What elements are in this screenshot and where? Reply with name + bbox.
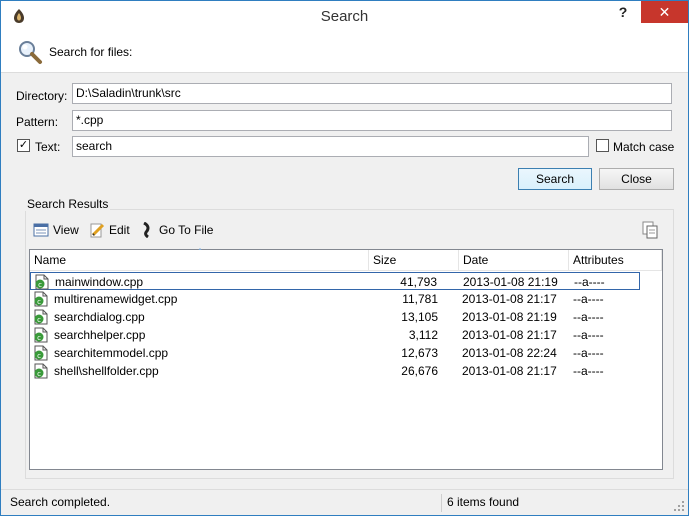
cell-size: 26,676 bbox=[401, 364, 438, 378]
search-button[interactable]: Search bbox=[518, 168, 592, 190]
match-case-label: Match case bbox=[613, 140, 675, 154]
results-list[interactable]: Name Size Date Attributes c mainwindow.cp… bbox=[29, 248, 663, 470]
status-count: 6 items found bbox=[447, 495, 520, 509]
column-header-attributes[interactable]: Attributes bbox=[569, 250, 662, 271]
cell-date: 2013-01-08 21:19 bbox=[463, 275, 558, 289]
header-banner: Search for files: bbox=[1, 31, 688, 73]
svg-text:c: c bbox=[37, 316, 41, 324]
help-button[interactable]: ? bbox=[605, 1, 641, 23]
cell-name: searchhelper.cpp bbox=[54, 328, 146, 342]
text-checkbox[interactable]: ✓ bbox=[17, 139, 30, 152]
cell-size: 13,105 bbox=[401, 310, 438, 324]
magnifier-icon bbox=[19, 41, 42, 64]
column-header-size[interactable]: Size bbox=[369, 250, 459, 271]
svg-text:c: c bbox=[38, 281, 42, 289]
cpp-file-icon: c bbox=[34, 327, 48, 343]
svg-text:c: c bbox=[37, 352, 41, 360]
svg-text:c: c bbox=[37, 370, 41, 378]
text-input[interactable]: search bbox=[72, 136, 589, 157]
svg-text:c: c bbox=[37, 298, 41, 306]
directory-input[interactable]: D:\Saladin\trunk\src bbox=[72, 83, 672, 104]
table-row[interactable]: c multirenamewidget.cpp 11,781 2013-01-08 2… bbox=[30, 290, 640, 308]
view-label: View bbox=[53, 223, 79, 237]
goto-file-icon bbox=[143, 222, 150, 238]
resize-grip-icon[interactable] bbox=[673, 500, 685, 512]
title-bar[interactable]: Search ? ✕ bbox=[1, 1, 688, 31]
view-tool-button[interactable]: View bbox=[33, 221, 79, 239]
cell-size: 11,781 bbox=[402, 292, 438, 306]
match-case-checkbox[interactable] bbox=[596, 139, 609, 152]
status-bar: Search completed. 6 items found bbox=[1, 489, 688, 515]
cell-attributes: --a---- bbox=[573, 364, 604, 378]
cell-date: 2013-01-08 22:24 bbox=[462, 346, 557, 360]
cell-attributes: --a---- bbox=[574, 275, 605, 289]
directory-label: Directory: bbox=[16, 89, 68, 103]
cell-size: 12,673 bbox=[401, 346, 438, 360]
table-row[interactable]: c searchhelper.cpp 3,112 2013-01-08 21:17 --… bbox=[30, 326, 640, 344]
status-separator bbox=[441, 494, 442, 512]
table-row[interactable]: c searchdialog.cpp 13,105 2013-01-08 21:19 -… bbox=[30, 308, 640, 326]
window-close-button[interactable]: ✕ bbox=[641, 1, 688, 23]
cell-size: 41,793 bbox=[400, 275, 437, 289]
cpp-file-icon: c bbox=[34, 309, 48, 325]
cell-attributes: --a---- bbox=[573, 328, 604, 342]
cell-date: 2013-01-08 21:19 bbox=[462, 310, 557, 324]
cell-name: searchitemmodel.cpp bbox=[54, 346, 169, 360]
cell-name: shell\shellfolder.cpp bbox=[54, 364, 159, 378]
cpp-file-icon: c bbox=[35, 274, 49, 290]
text-label: Text: bbox=[35, 140, 61, 154]
cell-date: 2013-01-08 21:17 bbox=[462, 292, 557, 306]
table-row[interactable]: c searchitemmodel.cpp 12,673 2013-01-08 22:… bbox=[30, 344, 640, 362]
pattern-label: Pattern: bbox=[16, 115, 59, 129]
banner-text: Search for files: bbox=[49, 45, 133, 59]
edit-label: Edit bbox=[109, 223, 130, 237]
table-row[interactable]: c mainwindow.cpp 41,793 2013-01-08 21:19 --a… bbox=[30, 272, 640, 290]
pattern-input[interactable]: *.cpp bbox=[72, 110, 672, 131]
search-results-title: Search Results bbox=[25, 197, 111, 211]
window-title: Search bbox=[320, 8, 369, 25]
cpp-file-icon: c bbox=[34, 345, 48, 361]
view-icon bbox=[33, 223, 49, 237]
cell-date: 2013-01-08 21:17 bbox=[462, 328, 557, 342]
cell-name: mainwindow.cpp bbox=[55, 275, 144, 289]
cell-attributes: --a---- bbox=[573, 346, 604, 360]
cpp-file-icon: c bbox=[34, 363, 48, 379]
cell-date: 2013-01-08 21:17 bbox=[462, 364, 557, 378]
svg-text:c: c bbox=[37, 334, 41, 342]
search-dialog: Search ? ✕ Search for files: Directory: … bbox=[0, 0, 689, 516]
cell-name: searchdialog.cpp bbox=[54, 310, 145, 324]
cell-name: multirenamewidget.cpp bbox=[54, 292, 178, 306]
close-button[interactable]: Close bbox=[599, 168, 674, 190]
column-header-name[interactable]: Name bbox=[30, 250, 369, 271]
edit-icon bbox=[90, 223, 105, 238]
goto-file-tool-button[interactable]: Go To File bbox=[141, 221, 213, 239]
cpp-file-icon: c bbox=[34, 291, 48, 307]
goto-file-label: Go To File bbox=[159, 223, 214, 237]
cell-attributes: --a---- bbox=[573, 310, 604, 324]
edit-tool-button[interactable]: Edit bbox=[89, 221, 130, 239]
status-message: Search completed. bbox=[10, 495, 111, 509]
table-row[interactable]: c shell\shellfolder.cpp 26,676 2013-01-08 2… bbox=[30, 362, 640, 380]
column-header-date[interactable]: Date bbox=[459, 250, 569, 271]
cell-attributes: --a---- bbox=[573, 292, 604, 306]
copy-icon[interactable] bbox=[642, 221, 658, 239]
cell-size: 3,112 bbox=[408, 328, 438, 342]
